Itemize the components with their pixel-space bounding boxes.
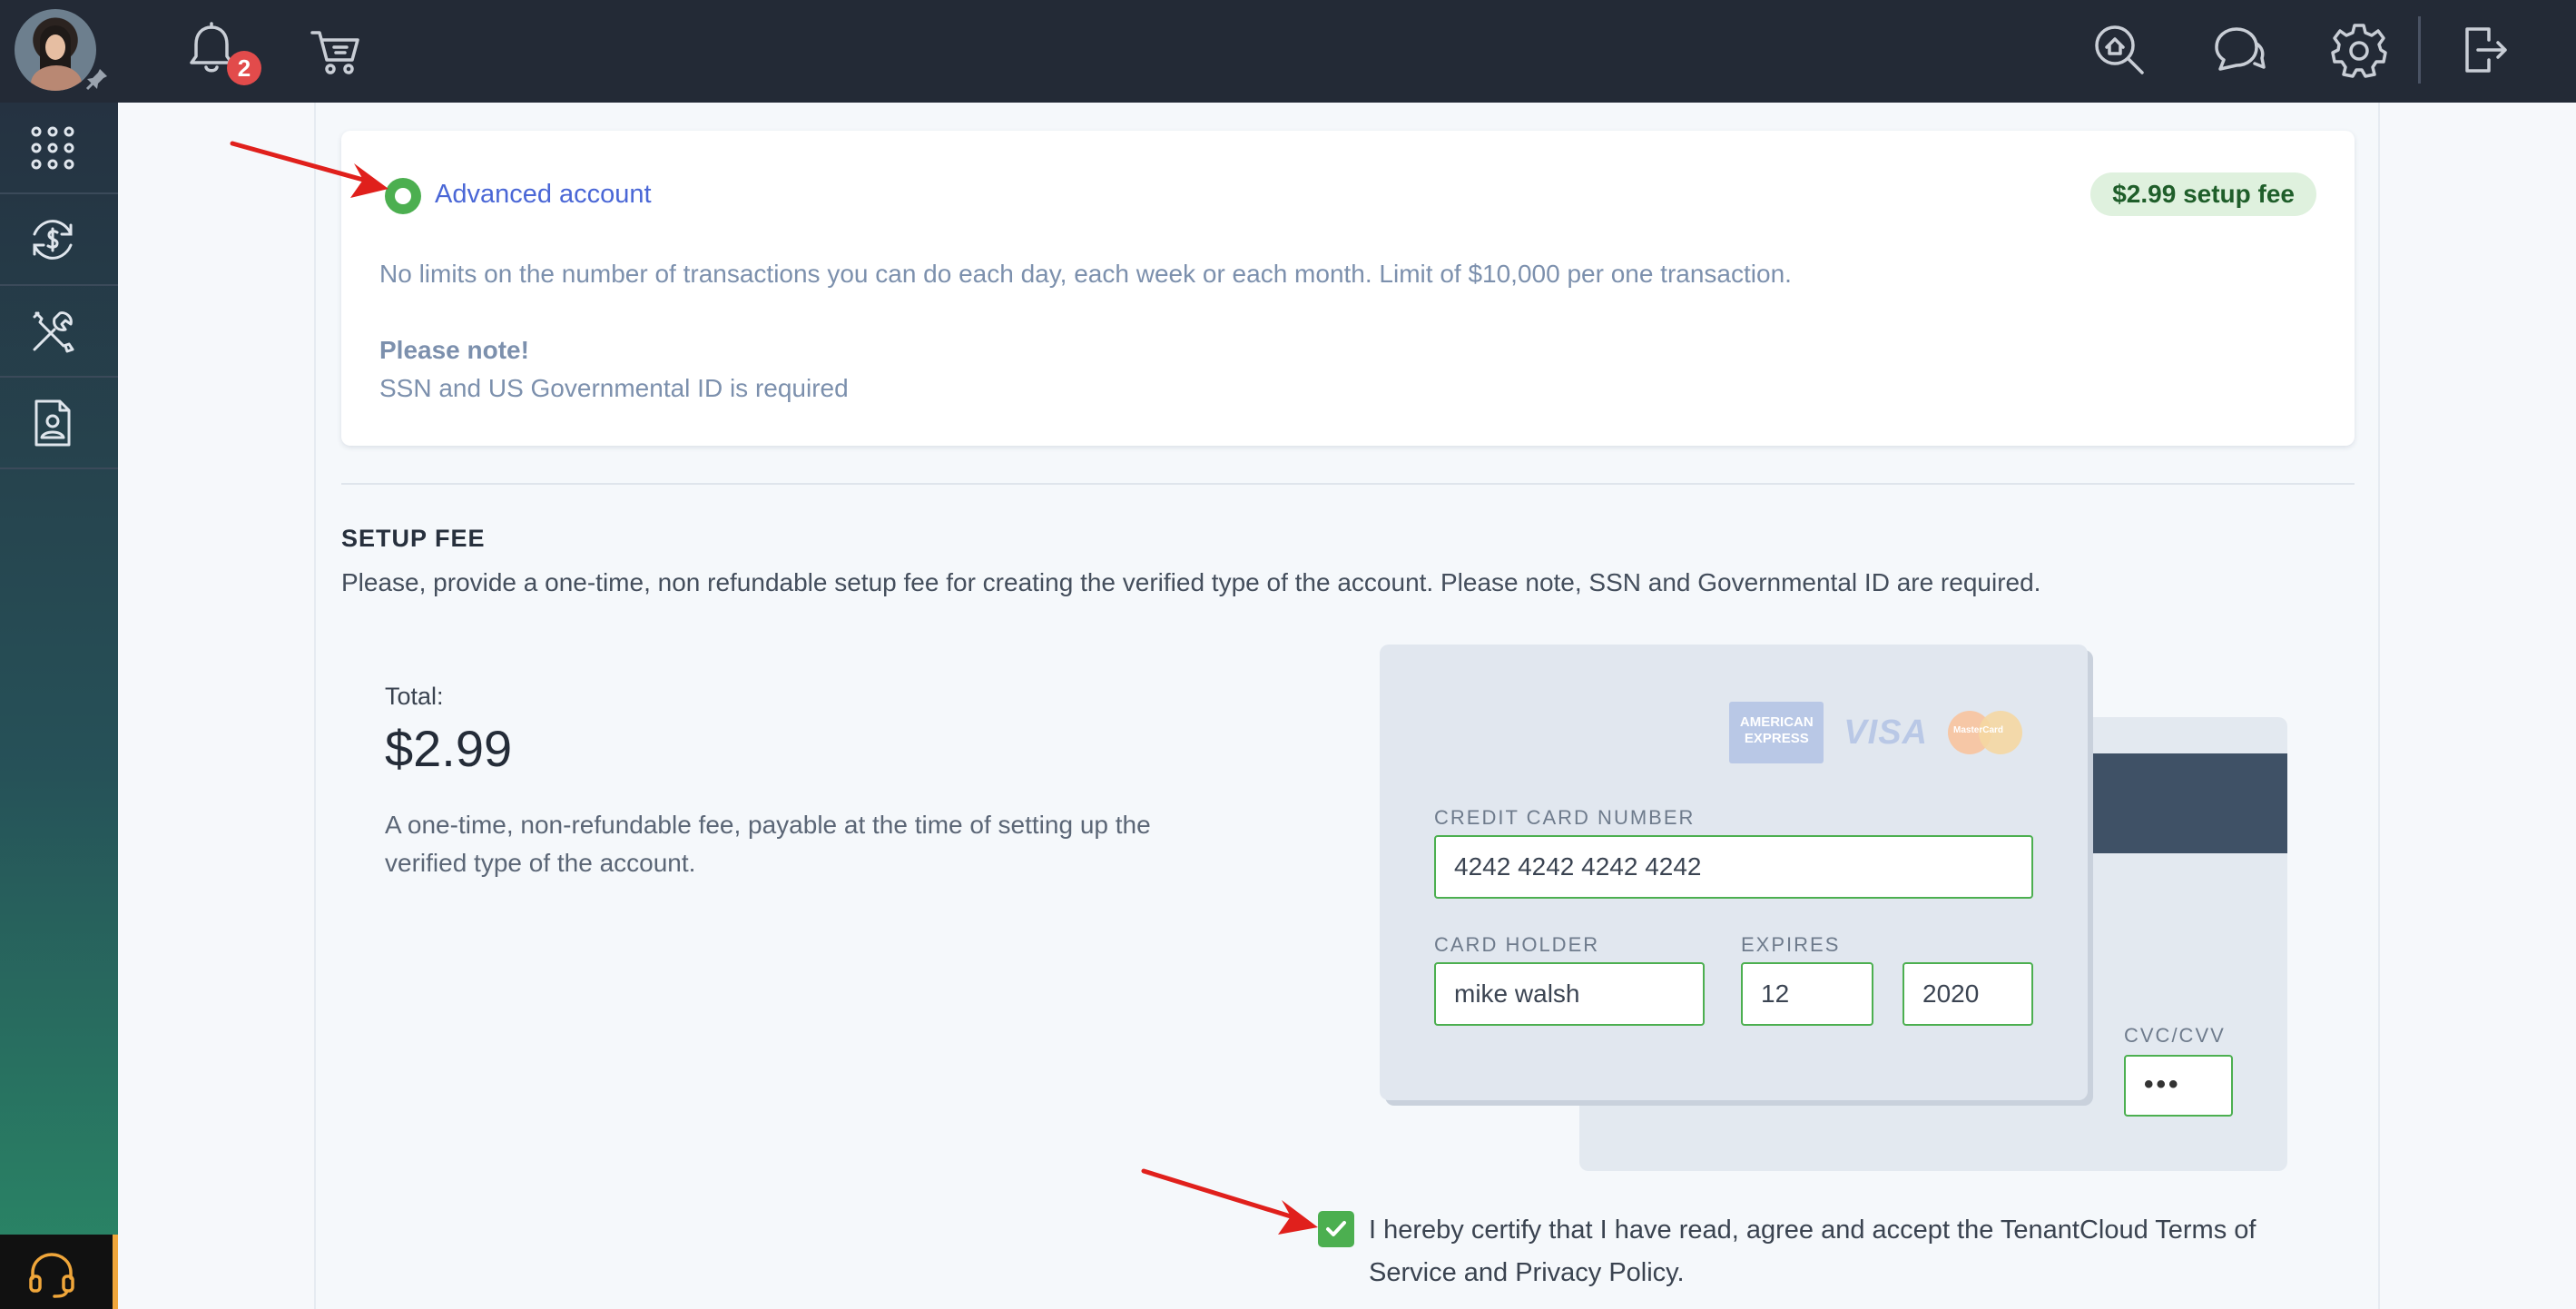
- apps-grid-icon: [31, 126, 74, 170]
- total-amount: $2.99: [385, 720, 513, 777]
- mastercard-logo-icon: MasterCard: [1948, 707, 2024, 758]
- card-front: AMERICAN EXPRESS VISA MasterCard CREDIT …: [1380, 645, 2088, 1100]
- topbar-divider: [2418, 16, 2421, 84]
- visa-logo-icon: VISA: [1844, 713, 1928, 752]
- terms-text: I hereby certify that I have read, agree…: [1369, 1216, 2256, 1287]
- top-bar: 2: [0, 0, 2576, 103]
- sidebar-item-apps[interactable]: [0, 103, 118, 194]
- expires-year-input[interactable]: 2020: [1903, 962, 2033, 1026]
- sidebar-item-payments[interactable]: [0, 194, 118, 286]
- cvc-input[interactable]: •••: [2124, 1055, 2233, 1117]
- card-holder-input[interactable]: mike walsh: [1434, 962, 1705, 1026]
- annotation-arrow-icon: [230, 141, 388, 198]
- cart-icon[interactable]: [305, 20, 365, 80]
- section-divider: [341, 483, 2355, 485]
- notification-badge: 2: [227, 51, 261, 85]
- account-type-card[interactable]: Advanced account $2.99 setup fee No limi…: [341, 131, 2355, 446]
- sidebar: [0, 103, 118, 1309]
- terms-checkbox[interactable]: [1318, 1211, 1354, 1247]
- card-brands: AMERICAN EXPRESS VISA MasterCard: [1729, 701, 2024, 764]
- logout-icon[interactable]: [2453, 20, 2512, 80]
- note-title: Please note!: [379, 336, 529, 364]
- gear-icon[interactable]: [2329, 20, 2389, 80]
- setup-fee-badge: $2.99 setup fee: [2090, 172, 2316, 216]
- account-type-radio[interactable]: [385, 178, 421, 214]
- card-holder-label: CARD HOLDER: [1434, 933, 1600, 956]
- note-text: SSN and US Governmental ID is required: [379, 374, 849, 402]
- card-number-label: CREDIT CARD NUMBER: [1434, 806, 1696, 829]
- expires-month-input[interactable]: 12: [1741, 962, 1873, 1026]
- setup-fee-title: SETUP FEE: [341, 525, 486, 552]
- setup-fee-description: Please, provide a one-time, non refundab…: [341, 568, 2041, 596]
- sidebar-item-tenant[interactable]: [0, 378, 118, 469]
- account-type-title[interactable]: Advanced account: [435, 180, 652, 210]
- expires-label: EXPIRES: [1741, 933, 1841, 956]
- help-button[interactable]: [0, 1235, 118, 1309]
- pin-icon[interactable]: [84, 65, 111, 93]
- card-number-input[interactable]: 4242 4242 4242 4242: [1434, 835, 2033, 899]
- total-label: Total:: [385, 683, 444, 710]
- payments-icon: [33, 220, 73, 260]
- headset-icon: [29, 1253, 74, 1298]
- chat-icon[interactable]: [2209, 20, 2269, 80]
- annotation-arrow-icon: [1141, 1168, 1318, 1235]
- cvc-label: CVC/CVV: [2124, 1024, 2226, 1047]
- search-home-icon[interactable]: [2089, 20, 2149, 80]
- tenant-document-icon: [34, 399, 71, 447]
- tools-icon: [33, 311, 74, 353]
- checkmark-icon: [1326, 1221, 1346, 1236]
- sidebar-item-tools[interactable]: [0, 286, 118, 378]
- amex-logo-icon: AMERICAN EXPRESS: [1729, 702, 1824, 763]
- account-description: No limits on the number of transactions …: [379, 260, 1792, 288]
- total-description: A one-time, non-refundable fee, payable …: [385, 811, 1151, 877]
